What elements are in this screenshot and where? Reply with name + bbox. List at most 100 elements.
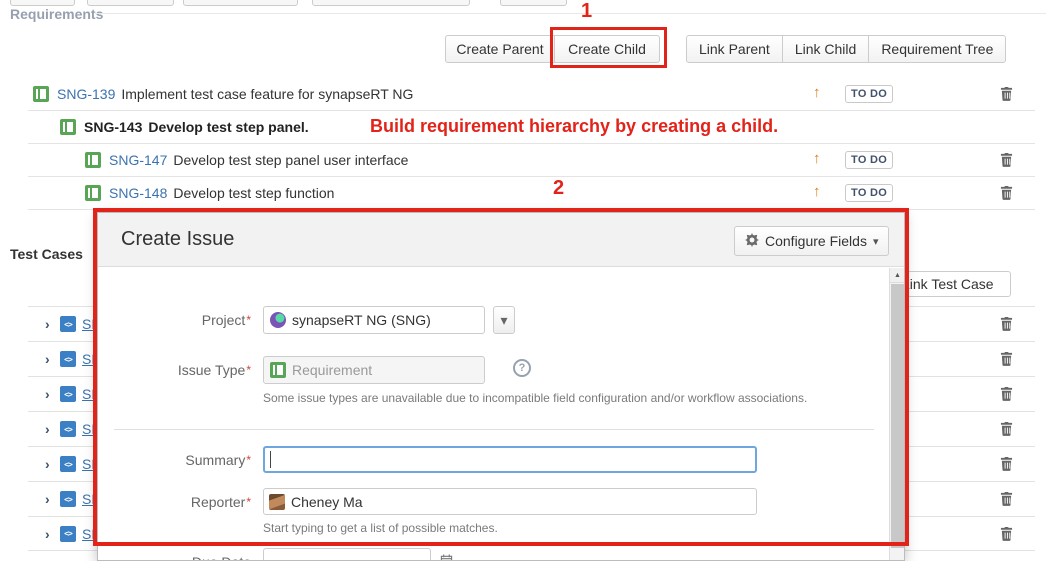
test-case-type-icon: <> xyxy=(60,351,76,367)
due-date-input[interactable] xyxy=(263,548,431,561)
expand-chevron-icon[interactable]: › xyxy=(45,316,57,332)
required-marker: * xyxy=(246,453,251,467)
priority-up-icon: ↑ xyxy=(813,183,821,200)
issue-key: SNG-143 xyxy=(84,119,142,135)
expand-chevron-icon[interactable]: › xyxy=(45,421,57,437)
cut-off-tab[interactable] xyxy=(312,0,470,6)
test-case-type-icon: <> xyxy=(60,456,76,472)
configure-fields-label: Configure Fields xyxy=(765,233,867,249)
status-badge: TO DO xyxy=(845,85,893,103)
calendar-icon[interactable] xyxy=(440,554,453,561)
annotation-note: Build requirement hierarchy by creating … xyxy=(370,116,778,137)
link-button-group: Link Parent Link Child Requirement Tree xyxy=(686,35,1006,63)
delete-icon[interactable] xyxy=(1000,456,1013,474)
dialog-scrollbar[interactable]: ▲ xyxy=(889,268,904,560)
expand-chevron-icon[interactable]: › xyxy=(45,351,57,367)
help-icon[interactable]: ? xyxy=(513,359,531,377)
required-marker: * xyxy=(246,363,251,377)
expand-chevron-icon[interactable]: › xyxy=(45,526,57,542)
dialog-header: Create Issue Configure Fields ▾ xyxy=(98,213,904,267)
configure-fields-button[interactable]: Configure Fields ▾ xyxy=(734,226,889,256)
project-select[interactable]: synapseRT NG (SNG) xyxy=(263,306,485,334)
reporter-input[interactable]: Cheney Ma xyxy=(263,488,757,515)
summary-input[interactable] xyxy=(263,446,757,473)
requirement-tree-button[interactable]: Requirement Tree xyxy=(868,35,1006,63)
page: Requirements Create Parent Create Child … xyxy=(0,0,1046,561)
issue-key-link[interactable]: SNG-139 xyxy=(57,86,115,102)
delete-icon[interactable] xyxy=(1000,152,1013,170)
requirement-row: SNG-147 Develop test step panel user int… xyxy=(28,144,1035,177)
requirements-table: SNG-139 Implement test case feature for … xyxy=(28,78,1035,210)
test-case-type-icon: <> xyxy=(60,421,76,437)
chevron-down-icon: ▾ xyxy=(873,235,879,248)
requirement-type-icon xyxy=(85,185,101,201)
reporter-label: Reporter* xyxy=(98,488,251,516)
form-divider xyxy=(114,429,874,430)
create-child-button[interactable]: Create Child xyxy=(554,35,660,63)
project-field-row: Project* synapseRT NG (SNG) ▾ xyxy=(98,306,904,334)
requirement-type-icon xyxy=(270,362,286,378)
requirement-type-icon xyxy=(85,152,101,168)
requirement-row: SNG-148 Develop test step function ↑ TO … xyxy=(28,177,1035,210)
expand-chevron-icon[interactable]: › xyxy=(45,491,57,507)
create-button-group: Create Parent Create Child xyxy=(445,35,660,63)
issue-key-link[interactable]: SNG-147 xyxy=(109,152,167,168)
chevron-down-icon: ▾ xyxy=(500,312,507,329)
project-dropdown-button[interactable]: ▾ xyxy=(493,306,515,334)
issue-summary: Develop test step function xyxy=(173,185,334,201)
delete-icon[interactable] xyxy=(1000,421,1013,439)
link-child-button[interactable]: Link Child xyxy=(782,35,869,63)
issue-type-select: Requirement xyxy=(263,356,485,384)
test-case-type-icon: <> xyxy=(60,491,76,507)
delete-icon[interactable] xyxy=(1000,316,1013,334)
test-case-type-icon: <> xyxy=(60,526,76,542)
issue-summary: Develop test step panel user interface xyxy=(173,152,408,168)
reporter-value: Cheney Ma xyxy=(291,494,363,510)
requirements-section-title: Requirements xyxy=(10,6,103,22)
issue-key-link[interactable]: SNG-148 xyxy=(109,185,167,201)
dialog-title: Create Issue xyxy=(121,228,234,251)
cut-off-tab[interactable] xyxy=(500,0,567,6)
issue-type-help-text: Some issue types are unavailable due to … xyxy=(263,391,807,405)
issue-summary: Develop test step panel. xyxy=(148,119,308,135)
delete-icon[interactable] xyxy=(1000,526,1013,544)
reporter-help-text: Start typing to get a list of possible m… xyxy=(263,521,498,535)
delete-icon[interactable] xyxy=(1000,386,1013,404)
priority-up-icon: ↑ xyxy=(813,150,821,167)
issue-summary: Implement test case feature for synapseR… xyxy=(121,86,413,102)
requirement-row: SNG-139 Implement test case feature for … xyxy=(28,78,1035,111)
project-label: Project* xyxy=(98,306,251,334)
issue-type-field-row: Issue Type* Requirement ? xyxy=(98,356,904,384)
requirement-type-icon xyxy=(60,119,76,135)
link-test-case-button[interactable]: Link Test Case xyxy=(893,271,1011,297)
delete-icon[interactable] xyxy=(1000,185,1013,203)
scrollbar-thumb[interactable] xyxy=(891,284,904,548)
delete-icon[interactable] xyxy=(1000,86,1013,104)
required-marker: * xyxy=(246,313,251,327)
expand-chevron-icon[interactable]: › xyxy=(45,456,57,472)
test-case-type-icon: <> xyxy=(60,316,76,332)
test-cases-section-title: Test Cases xyxy=(10,246,83,262)
section-divider xyxy=(95,13,1046,14)
issue-type-value: Requirement xyxy=(292,362,372,378)
link-parent-button[interactable]: Link Parent xyxy=(686,35,783,63)
summary-label: Summary* xyxy=(98,446,251,474)
text-cursor xyxy=(270,451,271,468)
status-badge: TO DO xyxy=(845,184,893,202)
test-case-type-icon: <> xyxy=(60,386,76,402)
create-issue-dialog: Create Issue Configure Fields ▾ Project*… xyxy=(97,212,905,561)
priority-up-icon: ↑ xyxy=(813,84,821,101)
requirement-type-icon xyxy=(33,86,49,102)
due-date-label: Due Date xyxy=(98,548,251,561)
create-parent-button[interactable]: Create Parent xyxy=(445,35,555,63)
delete-icon[interactable] xyxy=(1000,491,1013,509)
cut-off-tab[interactable] xyxy=(183,0,298,6)
annotation-step-2: 2 xyxy=(553,177,564,200)
project-value: synapseRT NG (SNG) xyxy=(292,312,431,328)
avatar xyxy=(269,494,285,510)
gear-icon xyxy=(745,233,759,250)
scroll-up-icon[interactable]: ▲ xyxy=(890,268,905,283)
expand-chevron-icon[interactable]: › xyxy=(45,386,57,402)
annotation-step-1: 1 xyxy=(581,0,592,23)
delete-icon[interactable] xyxy=(1000,351,1013,369)
